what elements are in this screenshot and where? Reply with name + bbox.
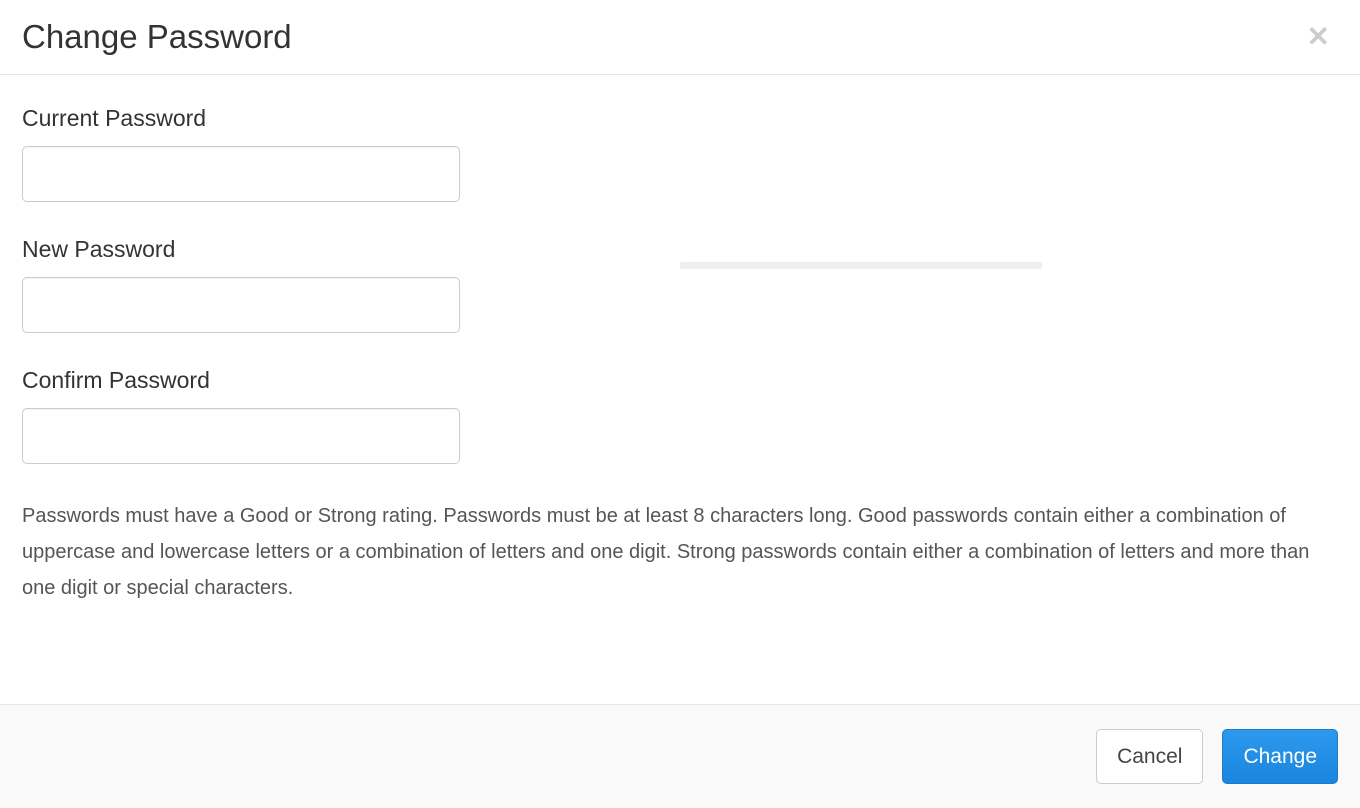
new-password-group: New Password	[22, 236, 1338, 333]
change-button[interactable]: Change	[1222, 729, 1338, 784]
confirm-password-input[interactable]	[22, 408, 460, 464]
current-password-group: Current Password	[22, 105, 1338, 202]
modal-header: Change Password ✕	[0, 0, 1360, 75]
confirm-password-label: Confirm Password	[22, 367, 1338, 394]
new-password-input[interactable]	[22, 277, 460, 333]
modal-footer: Cancel Change	[0, 704, 1360, 808]
modal-body: Current Password New Password Confirm Pa…	[0, 75, 1360, 636]
confirm-password-group: Confirm Password	[22, 367, 1338, 464]
current-password-label: Current Password	[22, 105, 1338, 132]
password-strength-bar	[680, 262, 1042, 269]
cancel-button[interactable]: Cancel	[1096, 729, 1203, 784]
close-icon[interactable]: ✕	[1299, 23, 1338, 51]
modal-title: Change Password	[22, 18, 292, 56]
current-password-input[interactable]	[22, 146, 460, 202]
password-help-text: Passwords must have a Good or Strong rat…	[22, 498, 1332, 606]
new-password-label: New Password	[22, 236, 1338, 263]
